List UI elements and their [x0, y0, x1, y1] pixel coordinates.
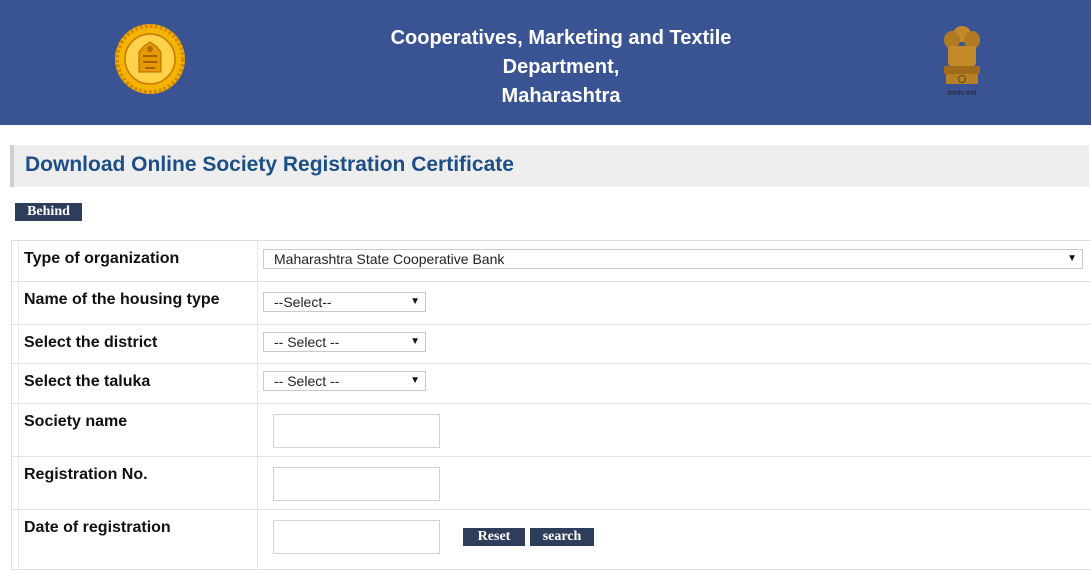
field-cell: --Select-- ▼ — [259, 282, 1091, 324]
district-label: Select the district — [24, 334, 158, 351]
title-line-3: Maharashtra — [501, 85, 621, 107]
department-title: Cooperatives, Marketing and Textile Depa… — [361, 24, 761, 111]
label-cell: Select the taluka — [18, 364, 258, 403]
organization-type-value: Maharashtra State Cooperative Bank — [274, 251, 505, 267]
site-header: Cooperatives, Marketing and Textile Depa… — [0, 0, 1091, 125]
field-cell — [259, 404, 1091, 456]
triangle-down-icon: ▼ — [410, 296, 420, 307]
taluka-value: -- Select -- — [274, 373, 340, 389]
triangle-down-icon: ▼ — [410, 336, 420, 347]
row-registration-no: Registration No. — [12, 457, 1091, 510]
search-button[interactable]: search — [530, 528, 594, 546]
label-cell: Registration No. — [18, 457, 258, 509]
housing-type-select[interactable]: --Select-- ▼ — [263, 292, 426, 312]
triangle-down-icon: ▼ — [410, 375, 420, 386]
taluka-select[interactable]: -- Select -- ▼ — [263, 371, 426, 391]
row-taluka: Select the taluka -- Select -- ▼ — [12, 364, 1091, 404]
label-cell: Date of registration — [18, 510, 258, 570]
page-title: Download Online Society Registration Cer… — [25, 153, 514, 176]
maharashtra-seal-icon — [115, 24, 185, 94]
field-cell — [259, 457, 1091, 509]
label-cell: Select the district — [18, 325, 258, 363]
registration-no-input[interactable] — [273, 467, 440, 501]
row-society-name: Society name — [12, 404, 1091, 457]
housing-type-label: Name of the housing type — [24, 291, 220, 308]
housing-type-value: --Select-- — [274, 294, 332, 310]
search-form: Type of organization Maharashtra State C… — [11, 240, 1091, 570]
society-name-label: Society name — [24, 413, 128, 430]
row-housing-type: Name of the housing type --Select-- ▼ — [12, 282, 1091, 325]
field-cell: -- Select -- ▼ — [259, 364, 1091, 403]
emblem-motto: सत्यमेव जयते — [947, 91, 977, 97]
label-cell: Society name — [18, 404, 258, 456]
label-cell: Name of the housing type — [18, 282, 258, 324]
row-district: Select the district -- Select -- ▼ — [12, 325, 1091, 364]
field-cell: Maharashtra State Cooperative Bank ▼ — [259, 241, 1091, 281]
triangle-down-icon: ▼ — [1067, 253, 1077, 264]
row-organization-type: Type of organization Maharashtra State C… — [12, 241, 1091, 282]
registration-no-label: Registration No. — [24, 466, 148, 483]
title-line-1: Cooperatives, Marketing and Textile — [390, 27, 732, 49]
title-line-2: Department, — [502, 56, 620, 78]
organization-type-label: Type of organization — [24, 250, 180, 267]
behind-button[interactable]: Behind — [15, 203, 82, 221]
district-select[interactable]: -- Select -- ▼ — [263, 332, 426, 352]
field-cell: -- Select -- ▼ — [259, 325, 1091, 363]
taluka-label: Select the taluka — [24, 373, 151, 390]
organization-type-select[interactable]: Maharashtra State Cooperative Bank ▼ — [263, 249, 1083, 269]
district-value: -- Select -- — [274, 334, 340, 350]
reset-button[interactable]: Reset — [463, 528, 525, 546]
field-cell — [259, 510, 1091, 570]
society-name-input[interactable] — [273, 414, 440, 448]
label-cell: Type of organization — [18, 241, 258, 281]
registration-date-label: Date of registration — [24, 519, 171, 536]
page-title-bar: Download Online Society Registration Cer… — [10, 145, 1089, 187]
registration-date-input[interactable] — [273, 520, 440, 554]
